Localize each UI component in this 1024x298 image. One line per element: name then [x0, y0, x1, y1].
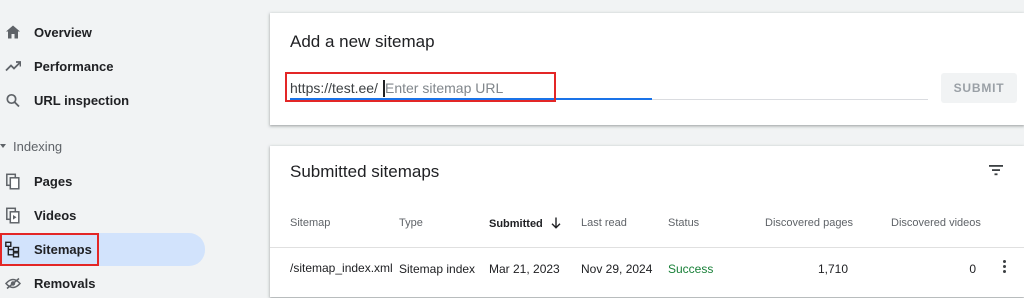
column-header-discovered-videos[interactable]: Discovered videos — [891, 217, 981, 229]
sidebar-item-performance[interactable]: Performance — [0, 51, 205, 81]
sidebar-item-label: URL inspection — [34, 92, 130, 108]
section-label: Indexing — [13, 139, 63, 154]
column-header-type[interactable]: Type — [399, 217, 423, 229]
sidebar-item-label: Pages — [34, 173, 73, 189]
submit-button[interactable]: SUBMIT — [941, 73, 1017, 103]
sidebar-item-label: Removals — [34, 275, 96, 291]
cell-last-read: Nov 29, 2024 — [581, 262, 653, 276]
add-sitemap-card: Add a new sitemap https://test.ee/ SUBMI… — [270, 13, 1024, 125]
pages-icon — [4, 173, 21, 190]
sort-arrow-down-icon — [551, 217, 561, 229]
column-header-discovered-pages[interactable]: Discovered pages — [765, 217, 853, 229]
highlight-box-url-input — [285, 72, 556, 102]
submitted-sitemaps-title: Submitted sitemaps — [290, 162, 440, 181]
cell-discovered-videos: 0 — [969, 262, 976, 276]
sidebar-item-label: Overview — [34, 24, 92, 40]
sidebar-item-videos[interactable]: Videos — [0, 200, 205, 230]
column-header-status[interactable]: Status — [668, 217, 699, 229]
search-icon — [4, 92, 21, 109]
caret-down-icon — [0, 144, 6, 148]
sidebar-item-url-inspection[interactable]: URL inspection — [0, 85, 205, 115]
column-header-label: Submitted — [489, 218, 543, 230]
trending-up-icon — [4, 58, 21, 75]
cell-discovered-pages: 1,710 — [817, 262, 848, 276]
highlight-box-sitemaps — [0, 233, 99, 266]
column-header-submitted[interactable]: Submitted — [489, 217, 561, 230]
cell-status: Success — [668, 262, 714, 276]
sidebar-item-removals[interactable]: Removals — [0, 268, 205, 298]
sidebar-item-pages[interactable]: Pages — [0, 166, 205, 196]
sidebar-item-overview[interactable]: Overview — [0, 17, 205, 47]
cell-submitted: Mar 21, 2023 — [489, 262, 560, 276]
header-divider — [270, 247, 1024, 248]
sidebar-item-label: Performance — [34, 58, 114, 74]
removals-icon — [4, 275, 21, 292]
filter-icon[interactable] — [987, 163, 1005, 177]
cell-type: Sitemap index — [399, 262, 476, 276]
column-header-last-read[interactable]: Last read — [581, 217, 627, 229]
cell-sitemap: /sitemap_index.xml — [290, 261, 393, 275]
column-header-sitemap[interactable]: Sitemap — [290, 217, 330, 229]
sidebar: Overview Performance URL inspection Inde… — [0, 0, 262, 297]
home-icon — [4, 24, 21, 41]
submitted-sitemaps-card: Submitted sitemaps Sitemap Type Submitte… — [270, 146, 1024, 297]
more-vert-icon[interactable] — [1001, 260, 1007, 276]
add-sitemap-title: Add a new sitemap — [290, 32, 435, 51]
sidebar-item-label: Videos — [34, 207, 77, 223]
videos-icon — [4, 207, 21, 224]
